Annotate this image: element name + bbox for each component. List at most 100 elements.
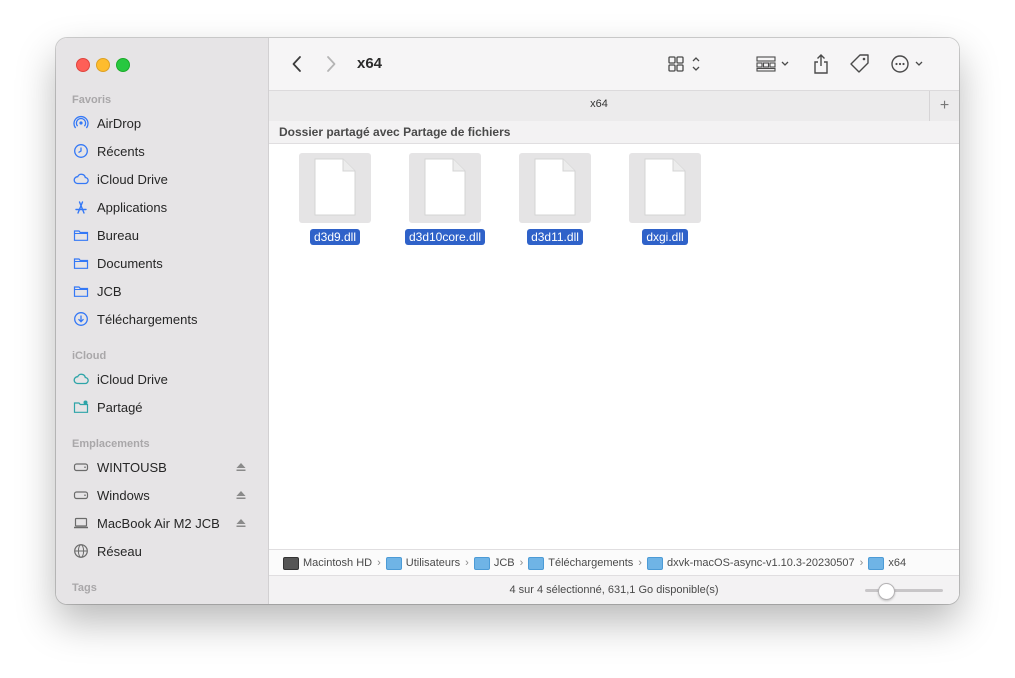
- sidebar-item-label: Bureau: [97, 227, 139, 243]
- icon-size-slider[interactable]: [865, 583, 943, 600]
- sidebar-item-label: Téléchargements: [97, 311, 198, 327]
- sidebar-item-label: AirDrop: [97, 115, 142, 131]
- path-crumb-utilisateurs[interactable]: Utilisateurs: [385, 556, 461, 570]
- folder-icon: [473, 556, 490, 570]
- path-crumb-jcb[interactable]: JCB: [473, 556, 515, 570]
- sidebar-item-macbook[interactable]: MacBook Air M2 JCB: [72, 512, 262, 534]
- file-item[interactable]: d3d11.dll: [500, 153, 610, 248]
- back-button[interactable]: [287, 52, 307, 76]
- document-icon: [519, 153, 591, 223]
- folder-icon: [528, 556, 545, 570]
- eject-icon[interactable]: [234, 488, 248, 502]
- file-name[interactable]: d3d9.dll: [309, 229, 361, 245]
- share-icon: [814, 54, 828, 74]
- sidebar-item-applications[interactable]: Applications: [72, 196, 262, 218]
- view-mode-button[interactable]: [667, 52, 705, 76]
- sidebar-item-label: MacBook Air M2 JCB: [97, 515, 220, 531]
- ellipsis-circle-icon: [891, 55, 923, 73]
- file-item[interactable]: dxgi.dll: [610, 153, 720, 248]
- path-crumb-label: x64: [888, 557, 907, 569]
- hard-drive-icon: [283, 556, 299, 570]
- sidebar-item-documents[interactable]: Documents: [72, 252, 262, 274]
- eject-icon[interactable]: [234, 460, 248, 474]
- tag-icon: [850, 54, 869, 73]
- path-crumb-label: Téléchargements: [548, 557, 634, 569]
- shared-folder-icon: [72, 398, 90, 416]
- shared-folder-banner: Dossier partagé avec Partage de fichiers: [269, 121, 959, 144]
- download-icon: [72, 310, 90, 328]
- sidebar-item-label: Partagé: [97, 399, 143, 415]
- sidebar-item-bureau[interactable]: Bureau: [72, 224, 262, 246]
- file-item[interactable]: d3d10core.dll: [390, 153, 500, 248]
- status-text: 4 sur 4 sélectionné, 631,1 Go disponible…: [509, 584, 719, 596]
- sidebar-item-label: Réseau: [97, 543, 142, 559]
- file-name[interactable]: d3d11.dll: [527, 229, 583, 245]
- forward-button[interactable]: [321, 52, 341, 76]
- tag-button[interactable]: [849, 52, 871, 76]
- window-title: x64: [357, 55, 383, 72]
- path-crumb-telechargements[interactable]: Téléchargements: [528, 556, 634, 570]
- file-name[interactable]: dxgi.dll: [642, 229, 688, 245]
- network-icon: [72, 542, 90, 560]
- finder-window: Favoris AirDrop Récents iCloud Drive App…: [56, 38, 959, 604]
- path-crumb-label: Utilisateurs: [405, 557, 461, 569]
- chevron-right-icon: ›: [519, 557, 524, 569]
- sidebar-item-icloud-drive-2[interactable]: iCloud Drive: [72, 368, 262, 390]
- applications-icon: [72, 198, 90, 216]
- document-icon: [409, 153, 481, 223]
- file-name[interactable]: d3d10core.dll: [404, 229, 486, 245]
- chevron-right-icon: [327, 56, 336, 72]
- slider-knob[interactable]: [877, 583, 895, 600]
- document-icon: [299, 153, 371, 223]
- path-crumb-label: Macintosh HD: [303, 557, 373, 569]
- sidebar-item-label: iCloud Drive: [97, 371, 168, 387]
- folder-icon: [72, 226, 90, 244]
- tab-x64[interactable]: x64: [269, 98, 929, 110]
- document-icon: [629, 153, 701, 223]
- sidebar-item-label: iCloud Drive: [97, 171, 168, 187]
- file-item[interactable]: d3d9.dll: [280, 153, 390, 248]
- sidebar-item-partage[interactable]: Partagé: [72, 396, 262, 418]
- path-crumb-dxvk[interactable]: dxvk-macOS-async-v1.10.3-20230507: [646, 556, 855, 570]
- share-button[interactable]: [811, 52, 831, 76]
- folder-icon: [646, 556, 663, 570]
- eject-icon[interactable]: [234, 516, 248, 530]
- clock-icon: [72, 142, 90, 160]
- chevron-right-icon: ›: [638, 557, 642, 569]
- chevron-left-icon: [292, 56, 301, 72]
- folder-icon: [72, 282, 90, 300]
- sidebar-item-label: JCB: [97, 283, 122, 299]
- chevron-right-icon: ›: [465, 557, 469, 569]
- path-bar: Macintosh HD › Utilisateurs › JCB › Télé…: [269, 549, 959, 576]
- sidebar-item-label: Récents: [97, 143, 145, 159]
- sidebar-item-jcb[interactable]: JCB: [72, 280, 262, 302]
- path-crumb-x64[interactable]: x64: [868, 556, 907, 570]
- tab-bar: x64 +: [269, 90, 959, 122]
- sidebar-item-label: Windows: [97, 487, 150, 503]
- sidebar-item-label: Applications: [97, 199, 168, 215]
- drive-icon: [72, 486, 90, 504]
- sidebar-item-label: Documents: [97, 255, 163, 271]
- group-button[interactable]: [755, 52, 793, 76]
- sidebar-section-favorites: Favoris: [72, 94, 112, 106]
- new-tab-button[interactable]: +: [929, 91, 959, 121]
- folder-icon: [72, 254, 90, 272]
- minimize-window-button[interactable]: [96, 58, 110, 72]
- shared-folder-banner-text: Dossier partagé avec Partage de fichiers: [279, 125, 511, 139]
- airdrop-icon: [72, 114, 90, 132]
- sidebar-item-wintousb[interactable]: WINTOUSB: [72, 456, 262, 478]
- group-icon: [756, 56, 789, 72]
- close-window-button[interactable]: [76, 58, 90, 72]
- sidebar-item-recents[interactable]: Récents: [72, 140, 262, 162]
- grid-view-icon: [668, 56, 700, 72]
- path-crumb-macintosh-hd[interactable]: Macintosh HD: [283, 556, 373, 570]
- sidebar-item-windows[interactable]: Windows: [72, 484, 262, 506]
- sidebar-item-reseau[interactable]: Réseau: [72, 540, 262, 562]
- sidebar-section-locations: Emplacements: [72, 438, 150, 450]
- more-actions-button[interactable]: [889, 52, 929, 76]
- cloud-icon: [72, 370, 90, 388]
- sidebar-item-airdrop[interactable]: AirDrop: [72, 112, 262, 134]
- sidebar-item-icloud-drive[interactable]: iCloud Drive: [72, 168, 262, 190]
- sidebar-item-telechargements[interactable]: Téléchargements: [72, 308, 262, 330]
- fullscreen-window-button[interactable]: [116, 58, 130, 72]
